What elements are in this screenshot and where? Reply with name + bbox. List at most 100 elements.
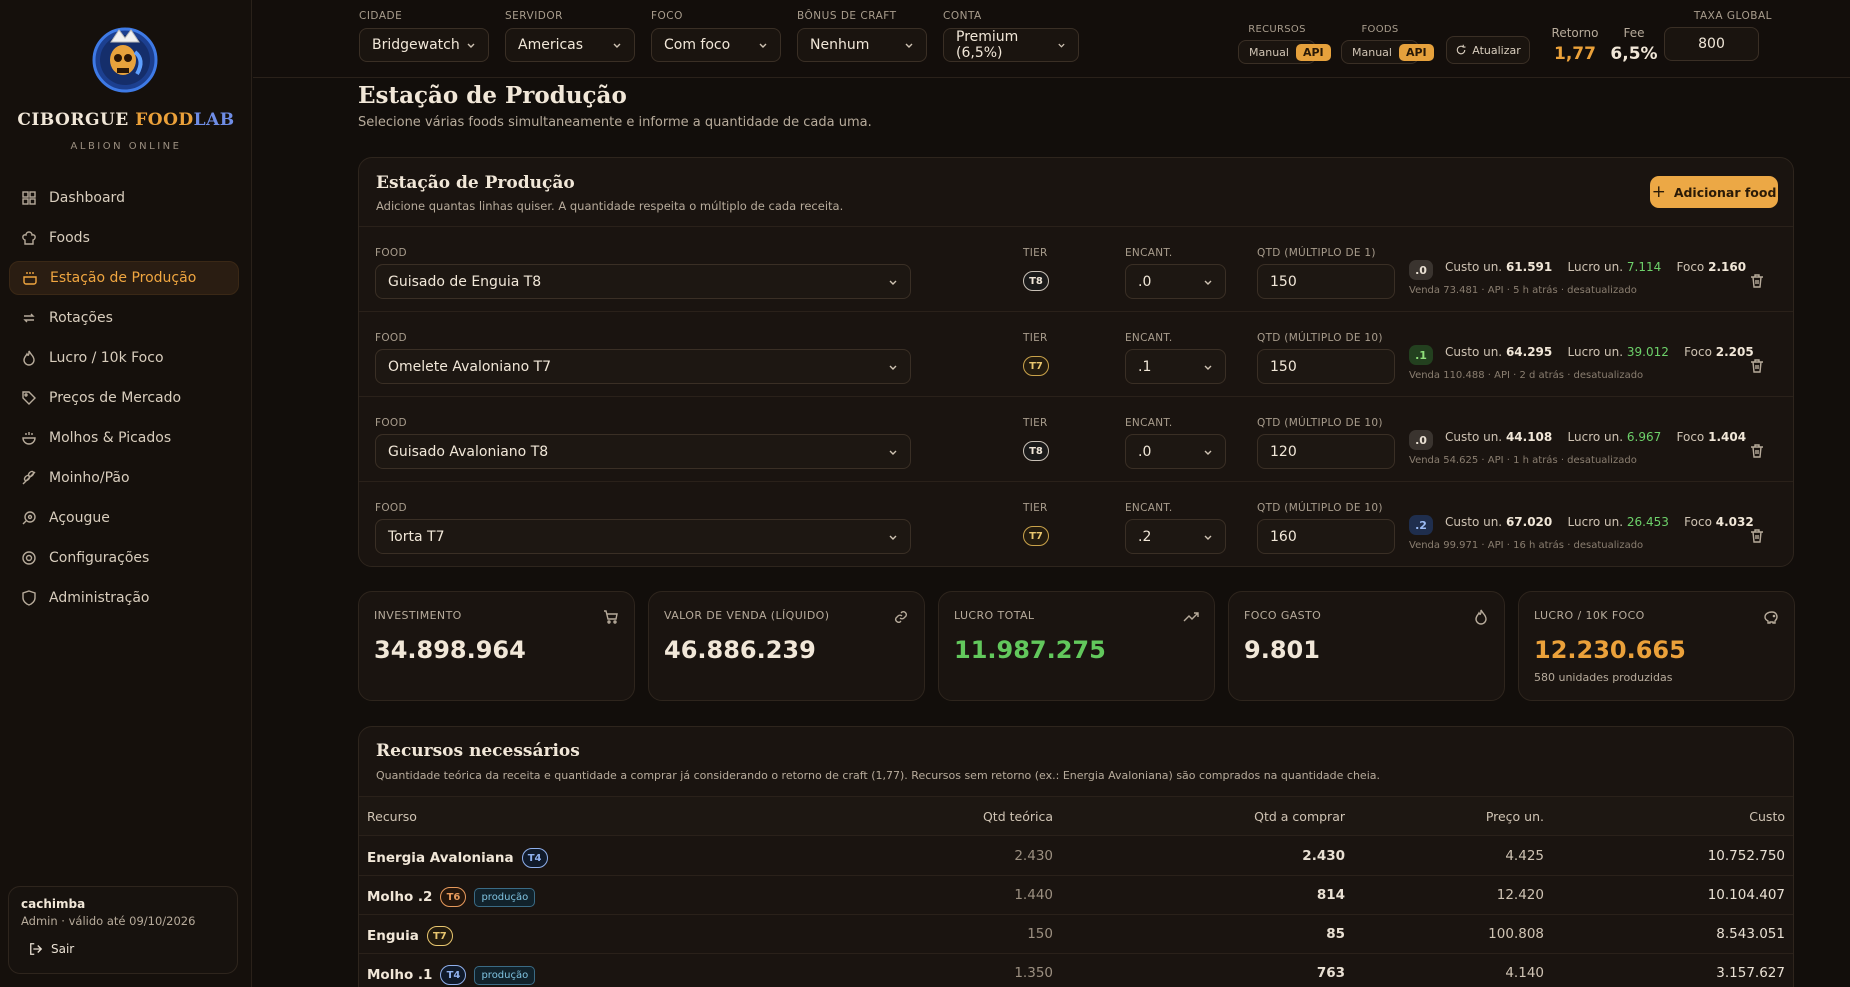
row-sale-info: Venda 54.625 · API · 1 h atrás · desatua…: [1409, 455, 1637, 466]
tier-badge: T4: [440, 965, 467, 985]
cidade-select[interactable]: Bridgewatch: [359, 28, 489, 62]
chevron-down-icon: [1204, 450, 1212, 455]
soup-icon: [22, 432, 36, 445]
trash-icon[interactable]: [1749, 528, 1765, 544]
select-value: .1: [1138, 358, 1152, 375]
tag-icon: [22, 391, 36, 405]
sidebar-item-molhos[interactable]: Molhos & Picados: [9, 421, 239, 455]
chevron-down-icon: [1204, 365, 1212, 370]
stat-value: 1,77: [1554, 44, 1596, 64]
manual-option[interactable]: Manual: [1345, 44, 1399, 61]
sidebar-item-configuracoes[interactable]: Configurações: [9, 541, 239, 575]
custo: 10.104.407: [1707, 887, 1785, 903]
food-select[interactable]: Torta T7: [375, 519, 911, 554]
sidebar-item-acougue[interactable]: Açougue: [9, 501, 239, 535]
kpi-label: FOCO GASTO: [1244, 609, 1322, 622]
sidebar-item-dashboard[interactable]: Dashboard: [9, 181, 239, 215]
resources-table-header: Recurso Qtd teórica Qtd a comprar Preço …: [359, 796, 1793, 836]
beef-icon: [22, 511, 36, 525]
sidebar-item-lucro-foco[interactable]: Lucro / 10k Foco: [9, 341, 239, 375]
kpi-value: 9.801: [1244, 636, 1320, 664]
tier-badge: T6: [440, 887, 467, 907]
select-value: Americas: [518, 37, 584, 53]
row-stats: Custo un. 64.295 Lucro un. 39.012 Foco 2…: [1445, 345, 1754, 359]
trash-icon[interactable]: [1749, 358, 1765, 374]
select-value: Bridgewatch: [372, 37, 460, 53]
api-option[interactable]: API: [1295, 43, 1331, 61]
sidebar-item-label: Molhos & Picados: [49, 430, 172, 446]
foco-select[interactable]: Com foco: [651, 28, 781, 62]
chevron-down-icon: [889, 535, 897, 540]
kpi-label: VALOR DE VENDA (LÍQUIDO): [664, 609, 830, 622]
api-option[interactable]: API: [1398, 43, 1434, 61]
food-row: FOOD Omelete Avaloniano T7 TIER T7 ENCAN…: [359, 311, 1793, 396]
servidor-select[interactable]: Americas: [505, 28, 635, 62]
sidebar-item-rotacoes[interactable]: Rotações: [9, 301, 239, 335]
tier-badge: T8: [1023, 441, 1049, 461]
flame-icon: [1475, 609, 1487, 625]
sidebar-item-label: Moinho/Pão: [49, 470, 130, 486]
ench-select[interactable]: .0: [1125, 264, 1226, 299]
bonus-select[interactable]: Nenhum: [797, 28, 927, 62]
qtd-comprar: 2.430: [1302, 848, 1345, 864]
sidebar: CIBORGUE FOODLAB ALBION ONLINE Dashboard…: [0, 0, 252, 987]
toggle-switch: Manual API: [1341, 40, 1434, 64]
wheat-icon: [22, 470, 36, 485]
qtd-comprar: 814: [1316, 887, 1345, 903]
qtd-teorica: 150: [1027, 926, 1053, 942]
qtd-input[interactable]: 150: [1257, 349, 1395, 384]
select-value: Nenhum: [810, 37, 870, 53]
sidebar-item-foods[interactable]: Foods: [9, 221, 239, 255]
qtd-teorica: 2.430: [1014, 848, 1053, 864]
select-value: Omelete Avaloniano T7: [388, 358, 552, 375]
ench-select[interactable]: .2: [1125, 519, 1226, 554]
production-badge: produção: [474, 887, 536, 907]
trash-icon[interactable]: [1749, 273, 1765, 289]
logout-button[interactable]: Sair: [21, 942, 225, 956]
tier-badge: T8: [1023, 271, 1049, 291]
qtd-input[interactable]: 160: [1257, 519, 1395, 554]
filter-label: CIDADE: [359, 10, 403, 22]
qtd-label: QTD (MÚLTIPLO DE 10): [1257, 502, 1383, 514]
filter-label: CONTA: [943, 10, 982, 22]
row-stats: Custo un. 44.108 Lucro un. 6.967 Foco 1.…: [1445, 430, 1747, 444]
select-value: Guisado Avaloniano T8: [388, 443, 549, 460]
manual-option[interactable]: Manual: [1242, 44, 1296, 61]
sidebar-item-estacao[interactable]: Estação de Produção: [9, 261, 239, 295]
retorno-stat: Retorno 1,77: [1545, 26, 1605, 64]
conta-select[interactable]: Premium (6,5%): [943, 28, 1079, 62]
food-select[interactable]: Guisado de Enguia T8: [375, 264, 911, 299]
ench-select[interactable]: .0: [1125, 434, 1226, 469]
qtd-input[interactable]: 120: [1257, 434, 1395, 469]
ench-select[interactable]: .1: [1125, 349, 1226, 384]
sidebar-item-administracao[interactable]: Administração: [9, 581, 239, 615]
chevron-down-icon: [467, 43, 475, 48]
resource-name: Molho .2: [367, 889, 433, 905]
ench-chip: .2: [1409, 515, 1433, 535]
stat-label: Fee: [1623, 26, 1645, 40]
trash-icon[interactable]: [1749, 443, 1765, 459]
filter-foco: FOCO Com foco: [651, 10, 781, 62]
ench-chip: .1: [1409, 345, 1433, 365]
user-card: cachimba Admin · válido até 09/10/2026 S…: [8, 886, 238, 974]
sidebar-item-label: Configurações: [49, 550, 150, 566]
food-select[interactable]: Omelete Avaloniano T7: [375, 349, 911, 384]
chef-hat-icon: [22, 231, 36, 245]
sidebar-item-precos[interactable]: Preços de Mercado: [9, 381, 239, 415]
kpi-lucro-10k-foco: LUCRO / 10K FOCO 12.230.665 580 unidades…: [1518, 591, 1795, 701]
table-row: Molho .1 T4 produção 1.350 763 4.140 3.157…: [359, 954, 1793, 987]
tier-badge: T7: [426, 926, 453, 946]
sidebar-item-moinho[interactable]: Moinho/Pão: [9, 461, 239, 495]
taxa-global: TAXA GLOBAL 800: [1664, 10, 1772, 61]
kpi-label: LUCRO TOTAL: [954, 609, 1035, 622]
add-food-button[interactable]: + Adicionar food: [1650, 176, 1778, 208]
resources-subtitle: Quantidade teórica da receita e quantida…: [376, 769, 1380, 782]
taxa-global-input[interactable]: 800: [1664, 27, 1759, 61]
ench-label: ENCANT.: [1125, 417, 1173, 429]
stat-label: Retorno: [1551, 26, 1599, 40]
refresh-button[interactable]: Atualizar: [1446, 36, 1530, 64]
food-select[interactable]: Guisado Avaloniano T8: [375, 434, 911, 469]
col-recurso: Recurso: [367, 809, 417, 824]
ench-chip: .0: [1409, 260, 1433, 280]
qtd-input[interactable]: 150: [1257, 264, 1395, 299]
